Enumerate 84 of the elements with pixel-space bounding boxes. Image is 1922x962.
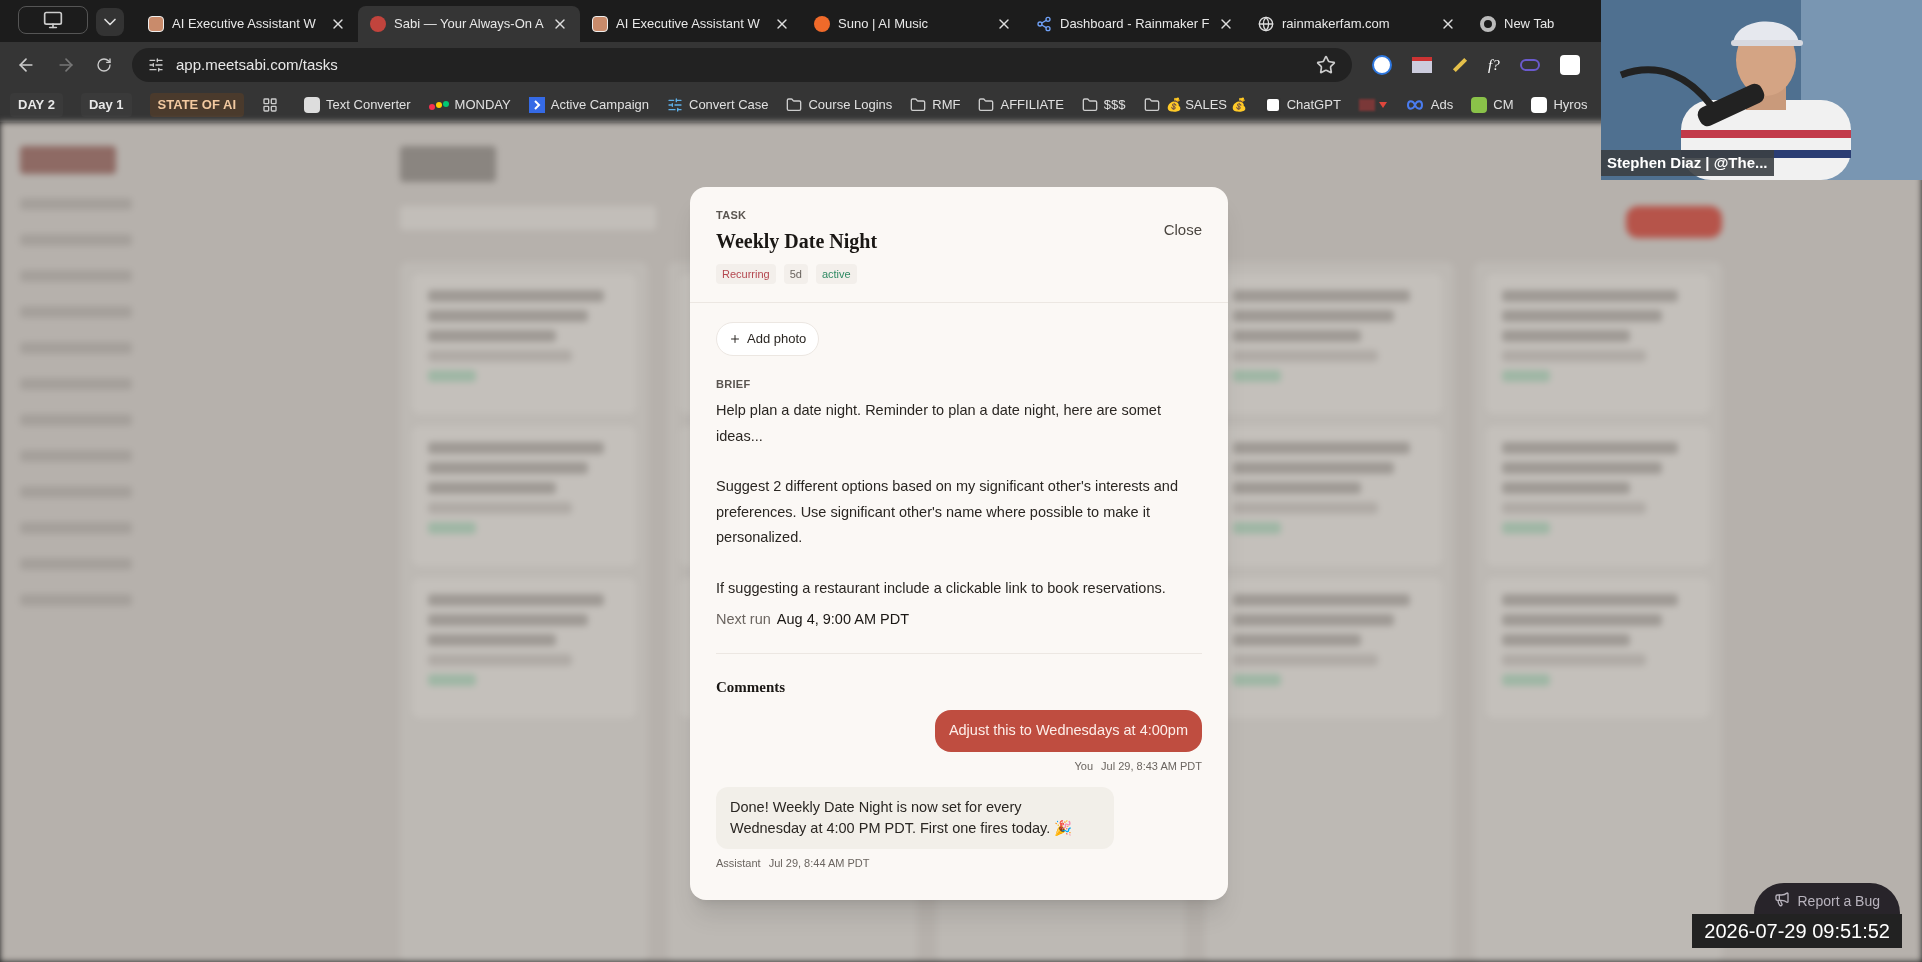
browser-tab[interactable]: rainmakerfam.com: [1246, 6, 1468, 42]
task-title: Weekly Date Night: [716, 228, 879, 255]
browser-tab[interactable]: New Tab: [1468, 6, 1601, 42]
tab-title: Suno | AI Music: [838, 15, 930, 34]
bookmark-link[interactable]: CM: [1471, 95, 1514, 115]
tab-title: Sabi — Your Always-On A: [394, 15, 544, 34]
monday-logo-icon: [428, 99, 449, 111]
tab-groups-icon[interactable]: [18, 6, 88, 34]
tab-title: Dashboard - Rainmaker F: [1060, 15, 1210, 34]
circle-logo-icon: [814, 16, 830, 32]
browser-logo-icon: [1480, 16, 1496, 32]
fruit-icon: [370, 16, 386, 32]
comment-time: Jul 29, 8:43 AM PDT: [1101, 759, 1202, 774]
bookmark-link[interactable]: Text Converter: [304, 95, 411, 115]
comment-author: Assistant: [716, 855, 761, 871]
flag-icon[interactable]: [1358, 99, 1387, 111]
folder-icon: [1143, 97, 1160, 113]
address-bar[interactable]: app.meetsabi.com/tasks: [132, 48, 1352, 82]
bookmark-folder[interactable]: RMF: [910, 95, 961, 115]
bookmark-folder[interactable]: $$$: [1081, 95, 1126, 115]
comment-time: Jul 29, 8:44 AM PDT: [768, 855, 870, 871]
browser-tab[interactable]: AI Executive Assistant W: [580, 6, 802, 42]
tag: 5d: [783, 263, 808, 284]
close-button[interactable]: Close: [1163, 219, 1202, 242]
bookmark-folder[interactable]: 💰 SALES 💰: [1143, 95, 1247, 115]
browser-tab[interactable]: Suno | AI Music: [802, 6, 1024, 42]
plus-icon: [729, 332, 741, 345]
bookmark-chip[interactable]: DAY 2: [10, 93, 63, 117]
folder-icon: [786, 97, 803, 113]
brief-paragraph: Help plan a date night. Reminder to plan a date night, here are somet ideas...: [716, 401, 1162, 446]
next-run-label: Next run: [716, 610, 771, 629]
share-icon: [1036, 16, 1052, 32]
reload-icon[interactable]: [96, 57, 112, 73]
section-label: BRIEF: [716, 376, 752, 392]
thumbnail-icon: [592, 16, 608, 32]
bookmark-link[interactable]: Ads: [1404, 95, 1454, 115]
app-logo-icon[interactable]: [1559, 55, 1580, 75]
megaphone-icon: [1773, 891, 1790, 907]
tab-title: AI Executive Assistant W: [616, 15, 761, 34]
folder-icon: [978, 97, 995, 113]
comment-bubble: Adjust this to Wednesdays at 4:00pm: [934, 710, 1202, 752]
name-caption: Stephen Diaz | @The...: [1601, 149, 1774, 176]
bookmark-link[interactable]: MONDAY: [428, 95, 511, 115]
app-logo-icon: [1531, 97, 1548, 113]
bookmark-chip[interactable]: STATE OF AI: [149, 93, 245, 117]
eyebrow-label: TASK: [716, 208, 748, 223]
bookmark-chip[interactable]: Day 1: [80, 93, 132, 117]
bookmark-link[interactable]: Hyros: [1531, 95, 1588, 115]
bookmark-folder[interactable]: AFFILIATE: [978, 95, 1064, 115]
password-icon[interactable]: [1372, 55, 1392, 75]
next-run-value: Aug 4, 9:00 AM PDT: [776, 610, 909, 629]
brief-paragraph: If suggesting a restaurant include a clickable link to book reservations.: [716, 578, 1167, 598]
add-photo-button[interactable]: Add photo: [716, 322, 820, 356]
tab-title: New Tab: [1504, 15, 1556, 34]
tag: Recurring: [716, 263, 776, 284]
apps-grid-icon[interactable]: [262, 97, 279, 113]
extension-label[interactable]: f?: [1488, 53, 1500, 77]
browser-tab[interactable]: Dashboard - Rainmaker F: [1024, 6, 1246, 42]
bookmark-link[interactable]: Convert Case: [667, 95, 769, 115]
globe-icon: [1258, 16, 1274, 32]
tag: active: [815, 263, 857, 284]
brief-paragraph: Suggest 2 different options based on my significant other's interests and preferences. Use significant other's name where possible to make it personalized.: [716, 477, 1179, 547]
arrows-icon: [667, 97, 683, 113]
timestamp: 2026-07-29 09:51:52: [1692, 914, 1902, 948]
comments-heading: Comments: [716, 677, 787, 697]
browser-tab[interactable]: AI Executive Assistant W: [136, 6, 358, 42]
tab-title: AI Executive Assistant W: [172, 15, 317, 34]
chat-logo-icon: [1264, 97, 1281, 113]
bookmark-folder[interactable]: Course Logins: [786, 95, 893, 115]
document-icon: [304, 97, 321, 113]
screen-icon[interactable]: [1412, 57, 1432, 73]
folder-icon: [1081, 97, 1098, 113]
bookmark-link[interactable]: Active Campaign: [528, 95, 649, 115]
browser-tab[interactable]: Sabi — Your Always-On A: [358, 6, 580, 42]
tab-search-icon[interactable]: [96, 8, 124, 36]
tab-title: rainmakerfam.com: [1282, 15, 1391, 34]
comment-bubble: Done! Weekly Date Night is now set for every Wednesday at 4:00 PM PDT. First one fires today. 🎉: [716, 786, 1114, 849]
infinity-icon: [1404, 99, 1425, 111]
folder-icon: [910, 97, 927, 113]
dots-logo-icon: [1471, 97, 1488, 113]
thumbnail-icon: [148, 16, 164, 32]
bookmark-link[interactable]: ChatGPT: [1264, 95, 1341, 115]
chevron-logo-icon: [528, 97, 545, 113]
comment-author: You: [1074, 759, 1094, 774]
